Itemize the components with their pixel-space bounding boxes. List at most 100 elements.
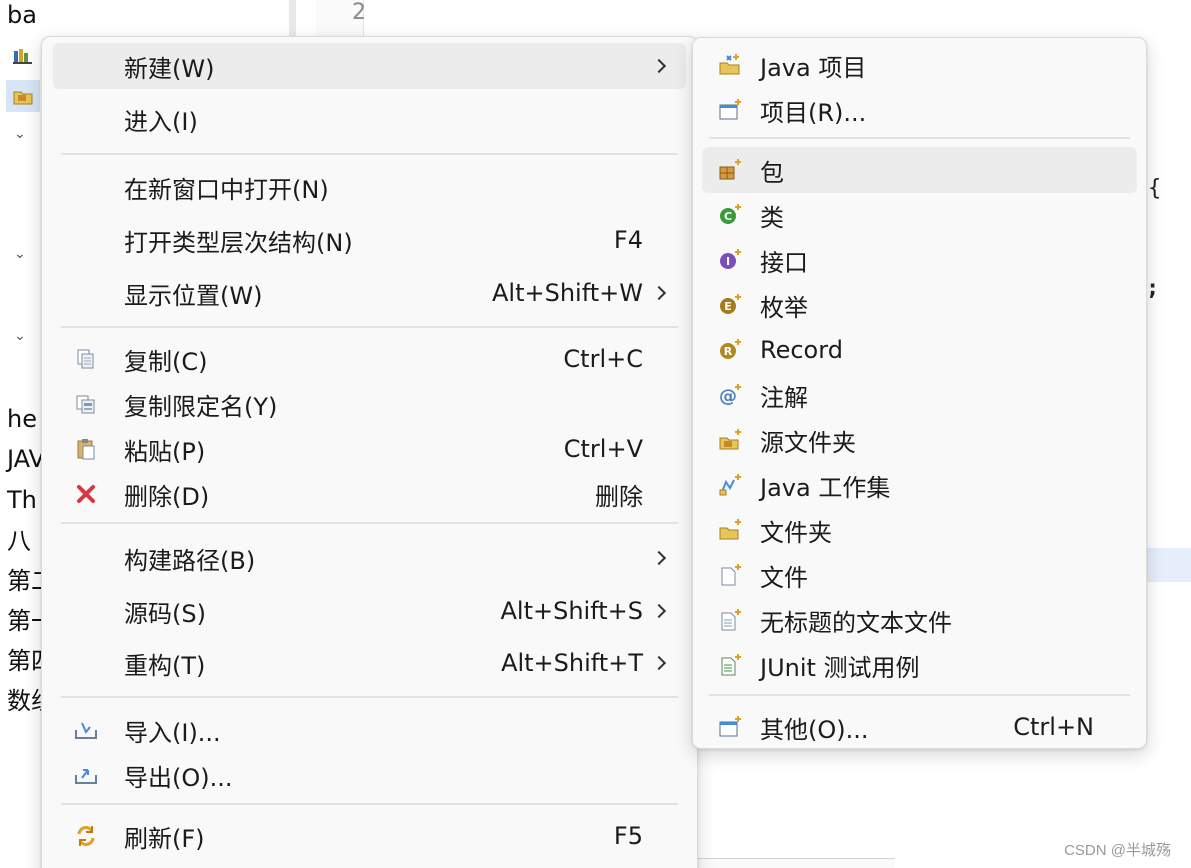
explorer-tree-text[interactable]: he <box>7 404 37 434</box>
explorer-tree-text[interactable]: 八 <box>7 526 31 556</box>
submenu-item-java-working-set[interactable]: Java 工作集 <box>702 462 1137 508</box>
submenu-item-label: 包 <box>760 158 784 187</box>
submenu-item-record[interactable]: R Record <box>702 327 1137 373</box>
refresh-icon <box>74 824 98 848</box>
submenu-arrow-icon <box>651 58 667 74</box>
menu-item-shortcut: 删除 <box>595 482 643 511</box>
menu-item-copy[interactable]: 复制(C) Ctrl+C <box>53 336 686 382</box>
menu-item-label: 删除(D) <box>124 482 210 511</box>
submenu-item-label: 注解 <box>760 383 808 412</box>
menu-item-open-in-new-window[interactable]: 在新窗口中打开(N) <box>53 164 686 210</box>
menu-item-label: 刷新(F) <box>124 824 205 853</box>
enum-icon: E <box>718 293 742 317</box>
menu-item-label: 源码(S) <box>124 599 206 628</box>
submenu-item-source-folder[interactable]: 源文件夹 <box>702 417 1137 463</box>
menu-item-build-path[interactable]: 构建路径(B) <box>53 535 686 581</box>
file-icon <box>718 563 742 587</box>
menu-item-label: 显示位置(W) <box>124 281 263 310</box>
menu-item-shortcut: Ctrl+N <box>1013 713 1094 741</box>
submenu-item-label: 接口 <box>760 248 808 277</box>
submenu-item-enum[interactable]: E 枚举 <box>702 282 1137 328</box>
package-folder-icon[interactable] <box>11 84 35 108</box>
menu-item-new[interactable]: 新建(W) <box>53 43 686 89</box>
menu-item-shortcut: Alt+Shift+T <box>501 649 643 677</box>
menu-item-shortcut: Alt+Shift+S <box>500 597 644 625</box>
submenu-arrow-icon <box>651 550 667 566</box>
menu-item-copy-qualified-name[interactable]: 复制限定名(Y) <box>53 381 686 427</box>
submenu-item-label: 无标题的文本文件 <box>760 608 952 637</box>
menu-item-label: 导入(I)... <box>124 718 221 747</box>
menu-separator <box>61 803 678 805</box>
menu-item-delete[interactable]: 删除(D) 删除 <box>53 471 686 517</box>
submenu-item-label: JUnit 测试用例 <box>760 653 920 682</box>
submenu-item-label: 项目(R)... <box>760 98 867 127</box>
code-brace: { <box>1148 176 1162 201</box>
text-file-icon <box>718 608 742 632</box>
submenu-item-untitled-text-file[interactable]: 无标题的文本文件 <box>702 597 1137 643</box>
submenu-arrow-icon <box>651 655 667 671</box>
submenu-item-interface[interactable]: I 接口 <box>702 237 1137 283</box>
junit-test-icon <box>718 653 742 677</box>
tree-expand-chevron-icon[interactable]: ⌄ <box>14 328 26 344</box>
submenu-item-label: Java 工作集 <box>760 473 891 502</box>
menu-item-shortcut: Ctrl+V <box>563 435 643 463</box>
menu-item-refresh[interactable]: 刷新(F) F5 <box>53 813 686 859</box>
submenu-item-label: 文件夹 <box>760 518 832 547</box>
menu-item-shortcut: F5 <box>613 822 643 850</box>
package-icon <box>718 158 742 182</box>
submenu-item-label: 其他(O)... <box>760 715 869 744</box>
submenu-item-folder[interactable]: 文件夹 <box>702 507 1137 553</box>
line-number-ruler: 2 <box>316 0 366 40</box>
menu-item-paste[interactable]: 粘贴(P) Ctrl+V <box>53 426 686 472</box>
menu-separator <box>709 137 1130 139</box>
submenu-item-project[interactable]: 项目(R)... <box>702 87 1137 133</box>
submenu-item-other[interactable]: 其他(O)... Ctrl+N <box>702 704 1137 750</box>
svg-text:E: E <box>724 300 732 313</box>
menu-item-shortcut: F4 <box>613 226 643 254</box>
copy-qualified-name-icon <box>74 392 98 416</box>
menu-item-label: 复制限定名(Y) <box>124 392 278 421</box>
menu-item-import[interactable]: 导入(I)... <box>53 707 686 753</box>
menu-item-export[interactable]: 导出(O)... <box>53 752 686 798</box>
submenu-item-package[interactable]: 包 <box>702 147 1137 193</box>
submenu-item-label: Record <box>760 336 843 364</box>
menu-item-label: 复制(C) <box>124 347 208 376</box>
svg-text:@: @ <box>719 386 737 406</box>
explorer-scrollbar[interactable] <box>289 0 296 40</box>
menu-item-label: 粘贴(P) <box>124 437 206 466</box>
tree-expand-chevron-icon[interactable]: ⌄ <box>14 246 26 262</box>
menu-item-refactor[interactable]: 重构(T) Alt+Shift+T <box>53 640 686 686</box>
submenu-item-annotation[interactable]: @ 注解 <box>702 372 1137 418</box>
explorer-tree-text[interactable]: Th <box>7 485 37 515</box>
submenu-item-junit-test-case[interactable]: JUnit 测试用例 <box>702 642 1137 688</box>
menu-separator <box>61 696 678 698</box>
submenu-item-class[interactable]: C 类 <box>702 192 1137 238</box>
menu-item-label: 重构(T) <box>124 651 206 680</box>
submenu-item-java-project[interactable]: Java 项目 <box>702 42 1137 88</box>
project-icon <box>718 98 742 122</box>
menu-item-open-type-hierarchy[interactable]: 打开类型层次结构(N) F4 <box>53 217 686 263</box>
svg-text:C: C <box>724 210 732 223</box>
paste-icon <box>74 437 98 461</box>
submenu-item-label: Java 项目 <box>760 53 867 82</box>
menu-item-show-in[interactable]: 显示位置(W) Alt+Shift+W <box>53 270 686 316</box>
menu-separator <box>61 153 678 155</box>
submenu-item-label: 文件 <box>760 563 808 592</box>
svg-text:R: R <box>724 345 733 358</box>
menu-item-go-into[interactable]: 进入(I) <box>53 96 686 142</box>
menu-item-label: 进入(I) <box>124 107 198 136</box>
menu-separator <box>61 326 678 328</box>
menu-separator <box>709 694 1130 696</box>
new-submenu: Java 项目 项目(R)... 包 C 类 I 接口 E 枚举 R Recor… <box>692 37 1147 749</box>
menu-item-label: 打开类型层次结构(N) <box>124 228 353 257</box>
library-icon[interactable] <box>11 43 35 67</box>
java-project-icon <box>718 53 742 77</box>
submenu-item-label: 枚举 <box>760 293 808 322</box>
menu-item-source[interactable]: 源码(S) Alt+Shift+S <box>53 588 686 634</box>
explorer-tree-text[interactable]: JAV <box>7 444 45 474</box>
tree-expand-chevron-icon[interactable]: ⌄ <box>14 126 26 142</box>
menu-item-label: 导出(O)... <box>124 763 233 792</box>
submenu-item-file[interactable]: 文件 <box>702 552 1137 598</box>
other-wizard-icon <box>718 715 742 739</box>
record-icon: R <box>718 338 742 362</box>
